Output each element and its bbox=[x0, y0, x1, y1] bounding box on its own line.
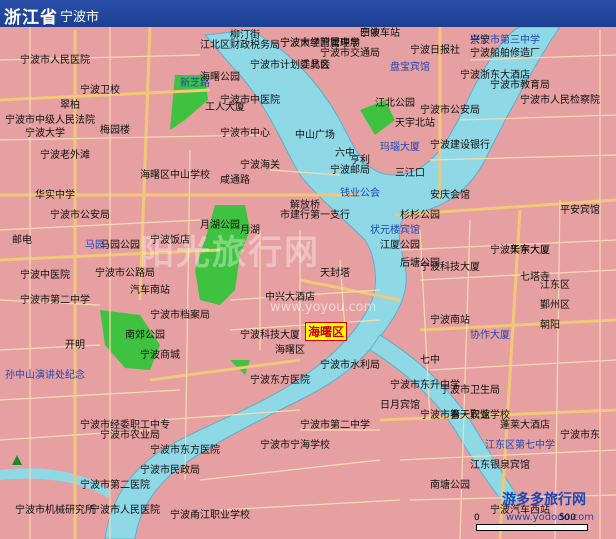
city-title[interactable]: 宁波市 bbox=[60, 6, 99, 25]
map-label[interactable]: 宁波东方医院 bbox=[250, 375, 310, 386]
map-label[interactable]: 宁波邮局 bbox=[330, 165, 370, 176]
scale-label: 500 bbox=[558, 513, 576, 523]
map-label[interactable]: 宁波卫校 bbox=[80, 85, 120, 96]
map-label[interactable]: 宁波市机械研究所 bbox=[15, 505, 95, 516]
map-label[interactable]: 南郊公园 bbox=[125, 330, 165, 341]
province-title: 浙江省 bbox=[4, 8, 58, 28]
map-label[interactable]: 宁波甬江职业学校 bbox=[170, 510, 250, 521]
map-label[interactable]: 马园 bbox=[85, 240, 105, 251]
map-label[interactable]: 翠柏 bbox=[60, 100, 80, 111]
map-label[interactable]: 宁波科技大厦 bbox=[240, 330, 300, 341]
scale-zero: 0 bbox=[474, 513, 480, 523]
map-label[interactable]: 宁波市公安局 bbox=[420, 105, 480, 116]
map-label[interactable]: 天封塔 bbox=[320, 268, 350, 279]
map-label[interactable]: 江东区 bbox=[540, 280, 570, 291]
map-label[interactable]: 月湖 bbox=[240, 225, 260, 236]
watermark-text: 阳光旅行网 bbox=[140, 233, 320, 273]
map-label[interactable]: 日月宾馆 bbox=[380, 400, 420, 411]
map-label[interactable]: 宁波市农业局 bbox=[100, 430, 160, 441]
map-label[interactable]: 江东银泉宾馆 bbox=[470, 460, 530, 471]
map-label[interactable]: 华东大厦 bbox=[510, 245, 550, 256]
map-label[interactable]: 工人大厦 bbox=[205, 102, 245, 113]
map-label[interactable]: 中山广场 bbox=[295, 130, 335, 141]
map-label[interactable]: 宁波市中心 bbox=[220, 128, 270, 139]
map-label[interactable]: 宁波老外滩 bbox=[40, 150, 90, 161]
map-label[interactable]: 春天宾馆 bbox=[450, 410, 490, 421]
map-label[interactable]: 宁波市宁海学校 bbox=[260, 440, 330, 451]
map-label[interactable]: 汽车南站 bbox=[130, 285, 170, 296]
map-label[interactable]: 宁波市公安局 bbox=[50, 210, 110, 221]
map-label[interactable]: 宁波市人民医院 bbox=[20, 55, 90, 66]
map-label[interactable]: 江北公园 bbox=[375, 98, 415, 109]
map-label[interactable]: 蓬莱大酒店 bbox=[500, 420, 550, 431]
map-label[interactable]: 开明 bbox=[65, 340, 85, 351]
map-label[interactable]: 宁波市水利局 bbox=[320, 360, 380, 371]
map-label[interactable]: 鄞州区 bbox=[540, 300, 570, 311]
map-label[interactable]: 宁波市第二医院 bbox=[80, 480, 150, 491]
map-label[interactable]: 江北区 bbox=[300, 60, 330, 71]
map-label[interactable]: 马园公园 bbox=[100, 240, 140, 251]
map-label[interactable]: 宁波饭店 bbox=[150, 235, 190, 246]
map-label[interactable]: 安庆会馆 bbox=[430, 190, 470, 201]
map-label[interactable]: 宁波市交通局 bbox=[320, 48, 380, 59]
map-label[interactable]: 海曙公园 bbox=[200, 72, 240, 83]
map-label[interactable]: 兴宁 bbox=[470, 35, 490, 46]
map-label[interactable]: 朝阳 bbox=[540, 320, 560, 331]
map-label[interactable]: 宁波市东方医院 bbox=[150, 445, 220, 456]
map-label[interactable]: 宁波市中级人民法院 bbox=[5, 115, 95, 126]
map-label[interactable]: 天宇北站 bbox=[395, 118, 435, 129]
map-label[interactable]: 宁波建设银行 bbox=[430, 140, 490, 151]
map-label[interactable]: 宁波市第二中学 bbox=[300, 420, 370, 431]
north-arrow-icon bbox=[12, 455, 22, 465]
map-label[interactable]: 宁波市第二中学 bbox=[20, 295, 90, 306]
map-view[interactable]: 浙江省 宁波市 四中 宁波市第三中学 宁波市经营管理局 宁波市交通局 宁波市计划委员会宁… bbox=[0, 0, 616, 539]
map-label[interactable]: 宁波科技大厦 bbox=[420, 262, 480, 273]
brand-logo: 游多多旅行网 bbox=[502, 492, 586, 508]
map-label[interactable]: 宁波大学 bbox=[25, 128, 65, 139]
map-label[interactable]: 南塘公园 bbox=[430, 480, 470, 491]
map-label[interactable]: 宁波市人民检察院 bbox=[520, 95, 600, 106]
map-label[interactable]: 宁波大学附属中学 bbox=[280, 38, 360, 49]
scale-bar-graphic bbox=[476, 524, 588, 531]
map-label[interactable]: 市建行第一支行 bbox=[280, 210, 350, 221]
map-label[interactable]: 宁波商城 bbox=[140, 350, 180, 361]
map-label[interactable]: 海曙区 bbox=[275, 345, 305, 356]
map-label[interactable]: 盘宝宾馆 bbox=[390, 62, 430, 73]
map-label[interactable]: 梅园楼 bbox=[100, 125, 130, 136]
map-label[interactable]: 咸通路 bbox=[220, 175, 250, 186]
scale-bar: 0 500 bbox=[474, 513, 588, 531]
map-label[interactable]: 海曙区中山学校 bbox=[140, 170, 210, 181]
map-label[interactable]: 杉杉公园 bbox=[400, 210, 440, 221]
title-bar: 浙江省 宁波市 bbox=[0, 0, 616, 28]
map-label[interactable]: 宁波市教育局 bbox=[490, 80, 550, 91]
map-label[interactable]: 宁波海关 bbox=[240, 160, 280, 171]
map-label[interactable]: 江东区第七中学 bbox=[485, 440, 555, 451]
map-label[interactable]: 宁波船舶修造厂 bbox=[470, 48, 540, 59]
map-label[interactable]: 孙中山演讲处纪念 bbox=[5, 370, 85, 381]
map-label[interactable]: 江北区财政税务局 bbox=[200, 40, 280, 51]
map-label[interactable]: 宁波日报社 bbox=[410, 45, 460, 56]
map-label[interactable]: 三江口 bbox=[395, 168, 425, 179]
map-label[interactable]: 华实中学 bbox=[35, 190, 75, 201]
map-label[interactable]: 宁波市档案局 bbox=[150, 310, 210, 321]
map-label[interactable]: 宁波市公路局 bbox=[95, 268, 155, 279]
map-label[interactable]: 宁波市东 bbox=[560, 430, 600, 441]
map-label[interactable]: 玛瑙大厦 bbox=[380, 142, 420, 153]
map-label[interactable]: 宁波车站 bbox=[360, 28, 400, 39]
map-label[interactable]: 宁波市民政局 bbox=[140, 465, 200, 476]
map-label[interactable]: 邮电 bbox=[12, 235, 32, 246]
district-highlight[interactable]: 海曙区 bbox=[305, 322, 348, 341]
map-label[interactable]: 七中 bbox=[420, 355, 440, 366]
map-label[interactable]: 宁波市东升中学 bbox=[390, 380, 460, 391]
map-label[interactable]: 月湖公园 bbox=[200, 220, 240, 231]
map-label[interactable]: 宁波市人民医院 bbox=[90, 505, 160, 516]
map-label[interactable]: 中兴大酒店 bbox=[265, 292, 315, 303]
map-label[interactable]: 协作大厦 bbox=[470, 330, 510, 341]
map-label[interactable]: 江厦公园 bbox=[380, 240, 420, 251]
map-label[interactable]: 宁波中医院 bbox=[20, 270, 70, 281]
map-label[interactable]: 状元楼宾馆 bbox=[370, 225, 420, 236]
map-label[interactable]: 平安宾馆 bbox=[560, 205, 600, 216]
map-label[interactable]: 钱业公会 bbox=[340, 188, 380, 199]
map-label[interactable]: 宁波南站 bbox=[430, 315, 470, 326]
